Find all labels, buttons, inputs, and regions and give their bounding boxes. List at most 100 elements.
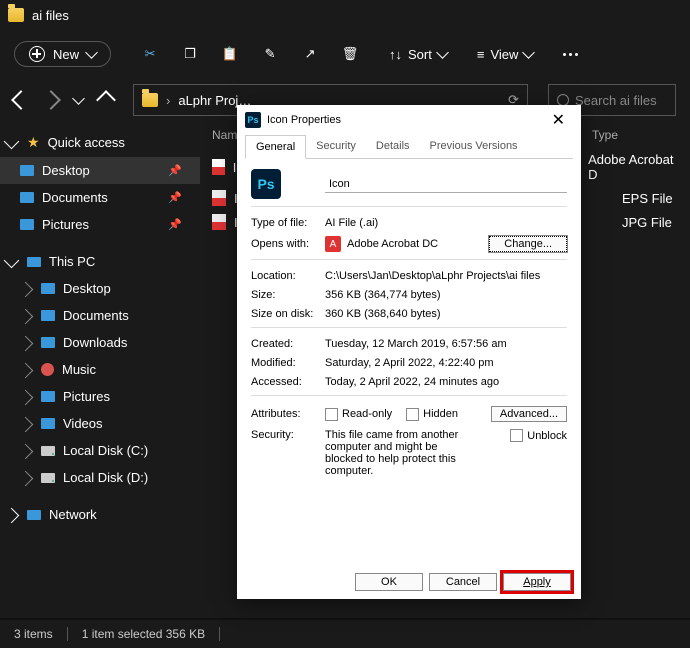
documents-icon (20, 192, 34, 203)
toolbar-group: ✂ ❐ 📋 ✎ ↗ 🗑 (141, 45, 359, 63)
tab-security[interactable]: Security (306, 135, 366, 158)
documents-icon (41, 310, 55, 321)
copy-icon[interactable]: ❐ (181, 45, 199, 63)
sidebar-label: Documents (42, 190, 108, 205)
location-value: C:\Users\Jan\Desktop\aLphr Projects\ai f… (325, 270, 540, 282)
pictures-icon (20, 219, 34, 230)
sidebar-item-videos[interactable]: Videos (0, 410, 200, 437)
rename-icon[interactable]: ✎ (261, 45, 279, 63)
delete-icon[interactable]: 🗑 (341, 45, 359, 63)
hidden-checkbox[interactable]: Hidden (406, 408, 458, 421)
new-button[interactable]: New (14, 41, 111, 67)
close-button[interactable]: ✕ (544, 110, 573, 130)
sidebar-item-documents[interactable]: Documents 📌 (0, 184, 200, 211)
readonly-label: Read-only (342, 408, 392, 420)
chevron-down-icon (4, 252, 20, 268)
music-icon (41, 363, 54, 376)
opens-value: Adobe Acrobat DC (347, 238, 438, 250)
videos-icon (41, 418, 55, 429)
change-button[interactable]: Change... (489, 236, 567, 252)
chevron-right-icon (18, 282, 34, 298)
chevron-right-icon (18, 363, 34, 379)
history-dropdown[interactable] (72, 92, 85, 105)
sidebar-label: Local Disk (C:) (63, 443, 148, 458)
sidebar-item-desktop[interactable]: Desktop (0, 275, 200, 302)
sidebar-item-localdisk-d[interactable]: Local Disk (D:) (0, 464, 200, 491)
modified-value: Saturday, 2 April 2022, 4:22:40 pm (325, 357, 494, 369)
dialog-tabs: General Security Details Previous Versio… (245, 135, 573, 159)
chevron-down-icon (4, 133, 20, 149)
up-button[interactable] (96, 90, 116, 110)
search-placeholder: Search ai files (575, 93, 657, 108)
dialog-titlebar[interactable]: Ps Icon Properties ✕ (237, 105, 581, 135)
file-icon (212, 190, 226, 206)
view-button[interactable]: ≡ View (477, 47, 534, 62)
sidebar-label: Local Disk (D:) (63, 470, 148, 485)
sidebar-item-pictures[interactable]: Pictures 📌 (0, 211, 200, 238)
status-items: 3 items (14, 627, 53, 641)
separator (219, 627, 220, 641)
acrobat-icon: A (325, 236, 341, 252)
sidebar-item-music[interactable]: Music (0, 356, 200, 383)
tab-previous-versions[interactable]: Previous Versions (420, 135, 528, 158)
unblock-checkbox[interactable]: Unblock (510, 429, 567, 442)
folder-icon (142, 93, 158, 107)
security-label: Security: (251, 429, 325, 441)
typeof-label: Type of file: (251, 217, 325, 229)
sidebar-label: Network (49, 507, 97, 522)
readonly-checkbox[interactable]: Read-only (325, 408, 392, 421)
sidebar-item-localdisk-c[interactable]: Local Disk (C:) (0, 437, 200, 464)
unblock-label: Unblock (527, 430, 567, 442)
dialog-footer: OK Cancel Apply (355, 573, 571, 591)
more-button[interactable] (563, 53, 578, 56)
sort-label: Sort (408, 47, 432, 62)
sort-button[interactable]: ↑↓ Sort (389, 47, 447, 62)
advanced-button[interactable]: Advanced... (491, 406, 567, 422)
view-label: View (490, 47, 518, 62)
properties-dialog: Ps Icon Properties ✕ General Security De… (237, 105, 581, 599)
pin-icon: 📌 (168, 191, 182, 204)
sidebar-label: Desktop (42, 163, 90, 178)
network-header[interactable]: Network (0, 501, 200, 528)
chevron-right-icon (18, 471, 34, 487)
location-label: Location: (251, 270, 325, 282)
created-label: Created: (251, 338, 325, 350)
cut-icon[interactable]: ✂ (141, 45, 159, 63)
plus-icon (29, 46, 45, 62)
chevron-right-icon (18, 390, 34, 406)
thispc-header[interactable]: This PC (0, 248, 200, 275)
back-button[interactable] (11, 90, 31, 110)
opens-label: Opens with: (251, 238, 325, 250)
tab-general[interactable]: General (245, 135, 306, 159)
desktop-icon (41, 283, 55, 294)
file-type: Adobe Acrobat D (588, 152, 678, 182)
tab-details[interactable]: Details (366, 135, 420, 158)
sidebar-item-desktop[interactable]: Desktop 📌 (0, 157, 200, 184)
sidebar-label: Quick access (48, 135, 125, 150)
size-label: Size: (251, 289, 325, 301)
security-text: This file came from another computer and… (325, 429, 475, 477)
col-type[interactable]: Type (592, 128, 618, 142)
sidebar-item-documents[interactable]: Documents (0, 302, 200, 329)
sidebar-item-pictures[interactable]: Pictures (0, 383, 200, 410)
forward-button[interactable] (41, 90, 61, 110)
quick-access-header[interactable]: ★ Quick access (0, 128, 200, 157)
sidebar-item-downloads[interactable]: Downloads (0, 329, 200, 356)
accessed-label: Accessed: (251, 376, 325, 388)
cancel-button[interactable]: Cancel (429, 573, 497, 591)
paste-icon[interactable]: 📋 (221, 45, 239, 63)
typeof-value: AI File (.ai) (325, 217, 378, 229)
sidebar-label: Videos (63, 416, 103, 431)
window-title: ai files (32, 8, 69, 23)
apply-button[interactable]: Apply (503, 573, 571, 591)
sidebar-label: Downloads (63, 335, 127, 350)
chevron-right-icon (18, 309, 34, 325)
sizedisk-value: 360 KB (368,640 bytes) (325, 308, 441, 320)
filename-input[interactable] (325, 176, 567, 193)
accessed-value: Today, 2 April 2022, 24 minutes ago (325, 376, 499, 388)
ok-button[interactable]: OK (355, 573, 423, 591)
file-icon (212, 214, 226, 230)
share-icon[interactable]: ↗ (301, 45, 319, 63)
checkbox-icon (510, 429, 523, 442)
sizedisk-label: Size on disk: (251, 308, 325, 320)
